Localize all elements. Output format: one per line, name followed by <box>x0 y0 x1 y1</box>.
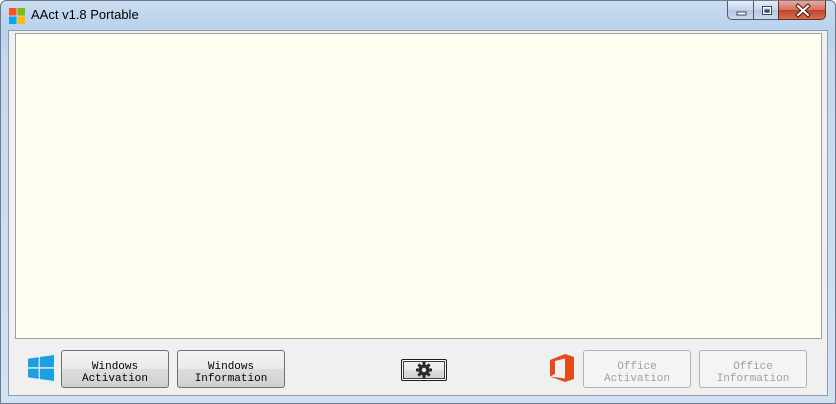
windows-information-label-1: Windows <box>207 360 255 373</box>
close-icon <box>795 3 811 18</box>
windows-information-label-2: Information <box>194 372 268 385</box>
office-information-label-1: Office <box>733 360 773 373</box>
office-information-label-2: Information <box>716 372 790 385</box>
maximize-icon <box>762 6 772 15</box>
office-activation-label-1: Office <box>617 360 657 373</box>
gear-icon <box>416 362 432 378</box>
windows-information-button[interactable]: Windows Information <box>177 350 285 388</box>
minimize-button[interactable] <box>727 1 754 20</box>
office-activation-button[interactable]: Office Activation <box>583 350 691 388</box>
windows-activation-label-2: Activation <box>81 372 148 385</box>
windows-activation-label-1: Windows <box>91 360 139 373</box>
title-bar[interactable]: AAct v1.8 Portable <box>1 1 835 30</box>
app-window: AAct v1.8 Portable Windows Activation Wi… <box>0 0 836 404</box>
office-logo-icon <box>550 354 574 382</box>
windows-flag-icon <box>9 8 25 24</box>
office-information-button[interactable]: Office Information <box>699 350 807 388</box>
log-output[interactable] <box>15 33 822 339</box>
minimize-icon <box>736 11 747 16</box>
windows-logo-icon <box>28 355 54 381</box>
window-title: AAct v1.8 Portable <box>31 7 139 22</box>
close-button[interactable] <box>778 1 826 20</box>
office-activation-label-2: Activation <box>603 372 670 385</box>
maximize-button[interactable] <box>753 1 779 20</box>
caption-buttons <box>727 1 828 21</box>
settings-button[interactable] <box>401 359 447 381</box>
windows-activation-button[interactable]: Windows Activation <box>61 350 169 388</box>
client-area: Windows Activation Windows Information O… <box>8 30 828 396</box>
